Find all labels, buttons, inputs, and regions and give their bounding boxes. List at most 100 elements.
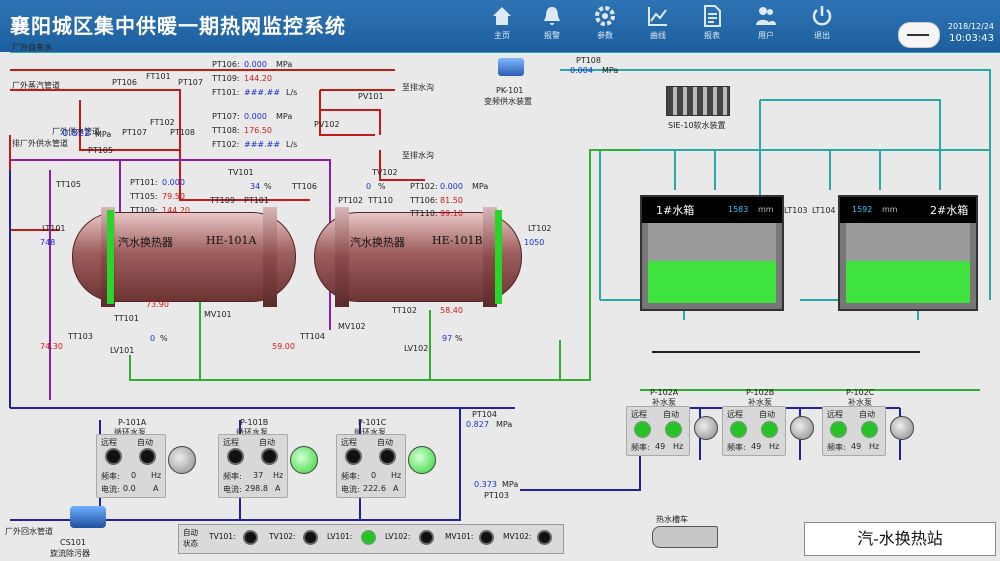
softener-icon: [666, 86, 730, 116]
tap-water-label: 厂外自来水: [12, 43, 52, 52]
nav-curves[interactable]: 曲线: [636, 4, 680, 41]
circ-pump-panel[interactable]: 远程 自动 频率: 0 Hz 电流: 0.0 A: [96, 434, 166, 498]
circ-pump-tag: P-101A: [118, 418, 147, 427]
truck-label: 热水槽车: [656, 515, 688, 524]
freq-value: 0: [371, 471, 377, 480]
pt103-tag: PT103: [484, 491, 509, 500]
tt110-readout: 99.10: [440, 209, 463, 218]
valve-status-indicator: [361, 530, 376, 545]
unit: MPa: [502, 480, 519, 489]
tt105-readout-label: TT105:: [130, 192, 158, 201]
remote-indicator: [105, 448, 122, 465]
makeup-pump-panel[interactable]: 远程 自动 频率: 49 Hz: [626, 406, 690, 456]
auto-indicator: [261, 448, 278, 465]
auto-label: 自动: [859, 410, 875, 419]
pt102-readout: 0.000: [440, 182, 463, 191]
pt102-readout-label: PT102:: [410, 182, 438, 191]
document-icon: [704, 5, 721, 27]
lt102-value: 1050: [524, 238, 545, 247]
heat-exchanger-b[interactable]: [314, 207, 522, 307]
pt107-tag: PT107: [122, 128, 147, 137]
header-bar: 襄阳城区集中供暖一期热网监控系统 主页 报警 参数 曲线 报表 用户 退出 20…: [0, 0, 1000, 52]
valve-status-label: LV102:: [385, 532, 411, 541]
home-icon: [493, 7, 511, 25]
toggle-knob[interactable]: [898, 22, 940, 48]
remote-label: 远程: [341, 438, 357, 447]
makeup-pump-icon[interactable]: [890, 416, 914, 440]
pt107-tag-top: PT107: [178, 78, 203, 87]
pk101-tag: PK-101: [496, 86, 524, 95]
unit: L/s: [286, 140, 298, 149]
tt103-tag: TT103: [68, 332, 93, 341]
pt104-value: 0.827: [466, 420, 489, 429]
current-value: 0.0: [123, 484, 136, 493]
freq-label: 频率:: [341, 472, 360, 481]
makeup-pump-icon[interactable]: [790, 416, 814, 440]
amp-unit: A: [153, 484, 159, 493]
tt103-value: 74.30: [40, 342, 63, 351]
ft102-readout-label: FT102:: [212, 140, 240, 149]
ft101-tag: FT101: [146, 72, 171, 81]
tt109-readout-label: TT109:: [212, 74, 240, 83]
pt107-readout: 0.000: [244, 112, 267, 121]
pt104-tag: PT104: [472, 410, 497, 419]
unit: MPa: [472, 182, 489, 191]
nav-users[interactable]: 用户: [744, 4, 788, 41]
valve-status-indicator: [419, 530, 434, 545]
nav-report[interactable]: 报表: [690, 4, 734, 41]
valve-status-label: MV101:: [445, 532, 474, 541]
tank-2[interactable]: 2#水箱 1592 mm: [838, 195, 978, 311]
makeup-pump-tag: P-102B: [746, 388, 775, 397]
hx-b-name: 汽水换热器: [350, 236, 405, 249]
circ-pump-panel[interactable]: 远程 自动 频率: 37 Hz 电流: 298.8 A: [218, 434, 288, 498]
hx-a-tag: HE-101A: [206, 234, 257, 247]
amp-unit: A: [393, 484, 399, 493]
pk101-desc: 变频供水装置: [484, 97, 532, 106]
cyclone-separator-icon[interactable]: [70, 506, 106, 528]
nav-home[interactable]: 主页: [480, 4, 524, 41]
circ-pump-icon[interactable]: [290, 446, 318, 474]
makeup-pump-panel[interactable]: 远程 自动 频率: 49 Hz: [722, 406, 786, 456]
nav-label: 曲线: [650, 31, 666, 40]
nav-params[interactable]: 参数: [583, 4, 627, 41]
freq-label: 频率:: [631, 443, 650, 452]
makeup-pump-panel[interactable]: 远程 自动 频率: 49 Hz: [822, 406, 886, 456]
lv102-value: 97: [442, 334, 453, 343]
remote-label: 远程: [223, 438, 239, 447]
current-label: 电流:: [223, 485, 242, 494]
tt106-readout-label: TT106:: [410, 196, 438, 205]
circ-pump-tag: P-101C: [358, 418, 387, 427]
tt104-tag: TT104: [300, 332, 325, 341]
circ-pump-icon[interactable]: [408, 446, 436, 474]
makeup-pump-icon[interactable]: [694, 416, 718, 440]
percent: %: [160, 334, 168, 343]
circ-pump-icon[interactable]: [168, 446, 196, 474]
tt106-tag: TT106: [292, 182, 317, 191]
tank-1[interactable]: 1#水箱 1583 mm: [640, 195, 784, 311]
pk101-pump-icon[interactable]: [498, 58, 524, 76]
current-label: 电流:: [101, 485, 120, 494]
hz-unit: Hz: [869, 442, 880, 451]
auto-indicator: [665, 421, 682, 438]
lt102-tag: LT102: [528, 224, 552, 233]
auto-indicator: [379, 448, 396, 465]
makeup-pump-tag: P-102A: [650, 388, 679, 397]
circ-pump-panel[interactable]: 远程 自动 频率: 0 Hz 电流: 222.6 A: [336, 434, 406, 498]
tt109-readout-label: TT109:: [130, 206, 158, 215]
time-display: 10:03:43: [949, 33, 994, 44]
remote-label: 远程: [631, 410, 647, 419]
lt101-tag: LT101: [42, 224, 66, 233]
nav-exit[interactable]: 退出: [800, 4, 844, 41]
tank-1-level: 1583: [728, 205, 749, 214]
remote-indicator: [634, 421, 651, 438]
heat-exchanger-a[interactable]: [72, 207, 296, 307]
unit: L/s: [286, 88, 298, 97]
nav-alarm[interactable]: 报警: [530, 4, 574, 41]
hx-a-name: 汽水换热器: [118, 236, 173, 249]
unit: MPa: [602, 66, 619, 75]
current-value: 222.6: [363, 484, 386, 493]
makeup-pump-tag: P-102C: [846, 388, 875, 397]
tt105-readout: 79.50: [162, 192, 185, 201]
pt101-readout: 0.000: [162, 178, 185, 187]
mv102-tag: MV102: [338, 322, 366, 331]
